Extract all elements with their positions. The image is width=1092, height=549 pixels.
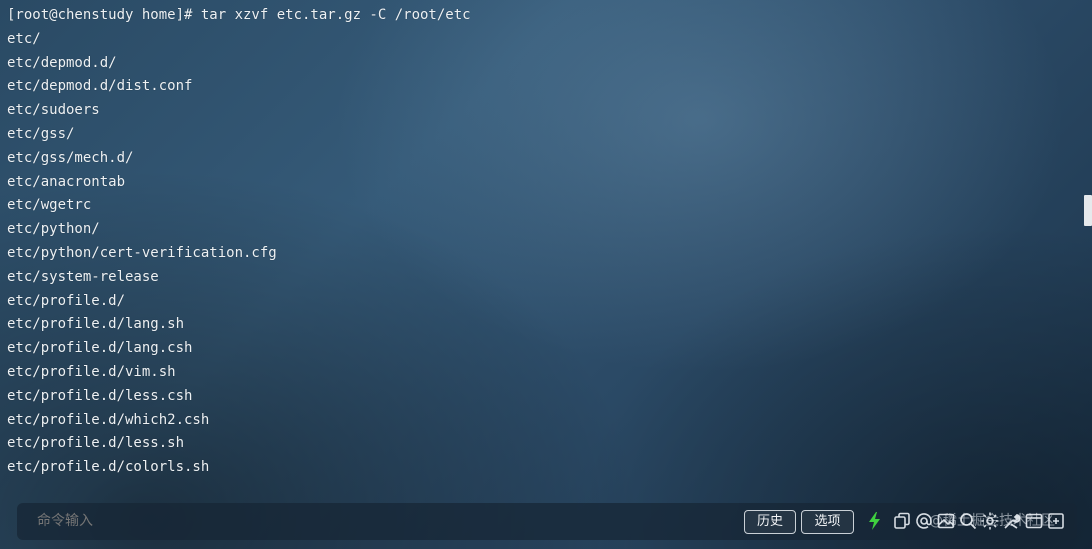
terminal-line: etc/anacrontab <box>7 173 126 190</box>
search-icon[interactable] <box>958 511 978 531</box>
terminal-line: etc/system-release <box>7 268 159 285</box>
terminal-line: etc/depmod.d/dist.conf <box>7 78 193 95</box>
image-icon[interactable] <box>936 511 956 531</box>
terminal-line: etc/sudoers <box>7 102 100 119</box>
terminal-line: etc/profile.d/vim.sh <box>7 363 176 380</box>
at-icon[interactable] <box>914 511 934 531</box>
terminal-line: etc/profile.d/colorls.sh <box>7 459 210 476</box>
terminal-line: [root@chenstudy home]# tar xzvf etc.tar.… <box>7 7 471 23</box>
command-bar: 历史 选项 @稀土掘金技术社区 <box>17 503 1077 540</box>
terminal-line: etc/profile.d/less.csh <box>7 387 193 404</box>
terminal-line: etc/profile.d/less.sh <box>7 435 185 452</box>
history-button[interactable]: 历史 <box>744 510 796 534</box>
terminal-line: etc/profile.d/which2.csh <box>7 411 210 428</box>
terminal-line: etc/gss/ <box>7 125 75 142</box>
terminal-line: etc/python/cert-verification.cfg <box>7 244 277 261</box>
terminal-line: etc/profile.d/ <box>7 292 126 309</box>
terminal-line: etc/gss/mech.d/ <box>7 149 134 166</box>
terminal-output[interactable]: [root@chenstudy home]# tar xzvf etc.tar.… <box>0 0 1080 495</box>
window-icon[interactable] <box>1024 511 1044 531</box>
terminal-line: etc/ <box>7 30 41 47</box>
bolt-icon[interactable] <box>865 511 885 531</box>
gear-icon[interactable] <box>980 511 1000 531</box>
terminal-line: etc/python/ <box>7 221 100 238</box>
command-input[interactable] <box>37 503 677 540</box>
terminal-line: etc/depmod.d/ <box>7 54 117 71</box>
tools-icon[interactable] <box>1002 511 1022 531</box>
copy-icon[interactable] <box>892 511 912 531</box>
expand-icon[interactable] <box>1046 511 1066 531</box>
scrollbar-thumb[interactable] <box>1084 195 1092 226</box>
terminal-line: etc/wgetrc <box>7 197 92 214</box>
terminal-line: etc/profile.d/lang.csh <box>7 340 193 357</box>
options-button[interactable]: 选项 <box>801 510 854 534</box>
terminal-line: etc/profile.d/lang.sh <box>7 316 185 333</box>
